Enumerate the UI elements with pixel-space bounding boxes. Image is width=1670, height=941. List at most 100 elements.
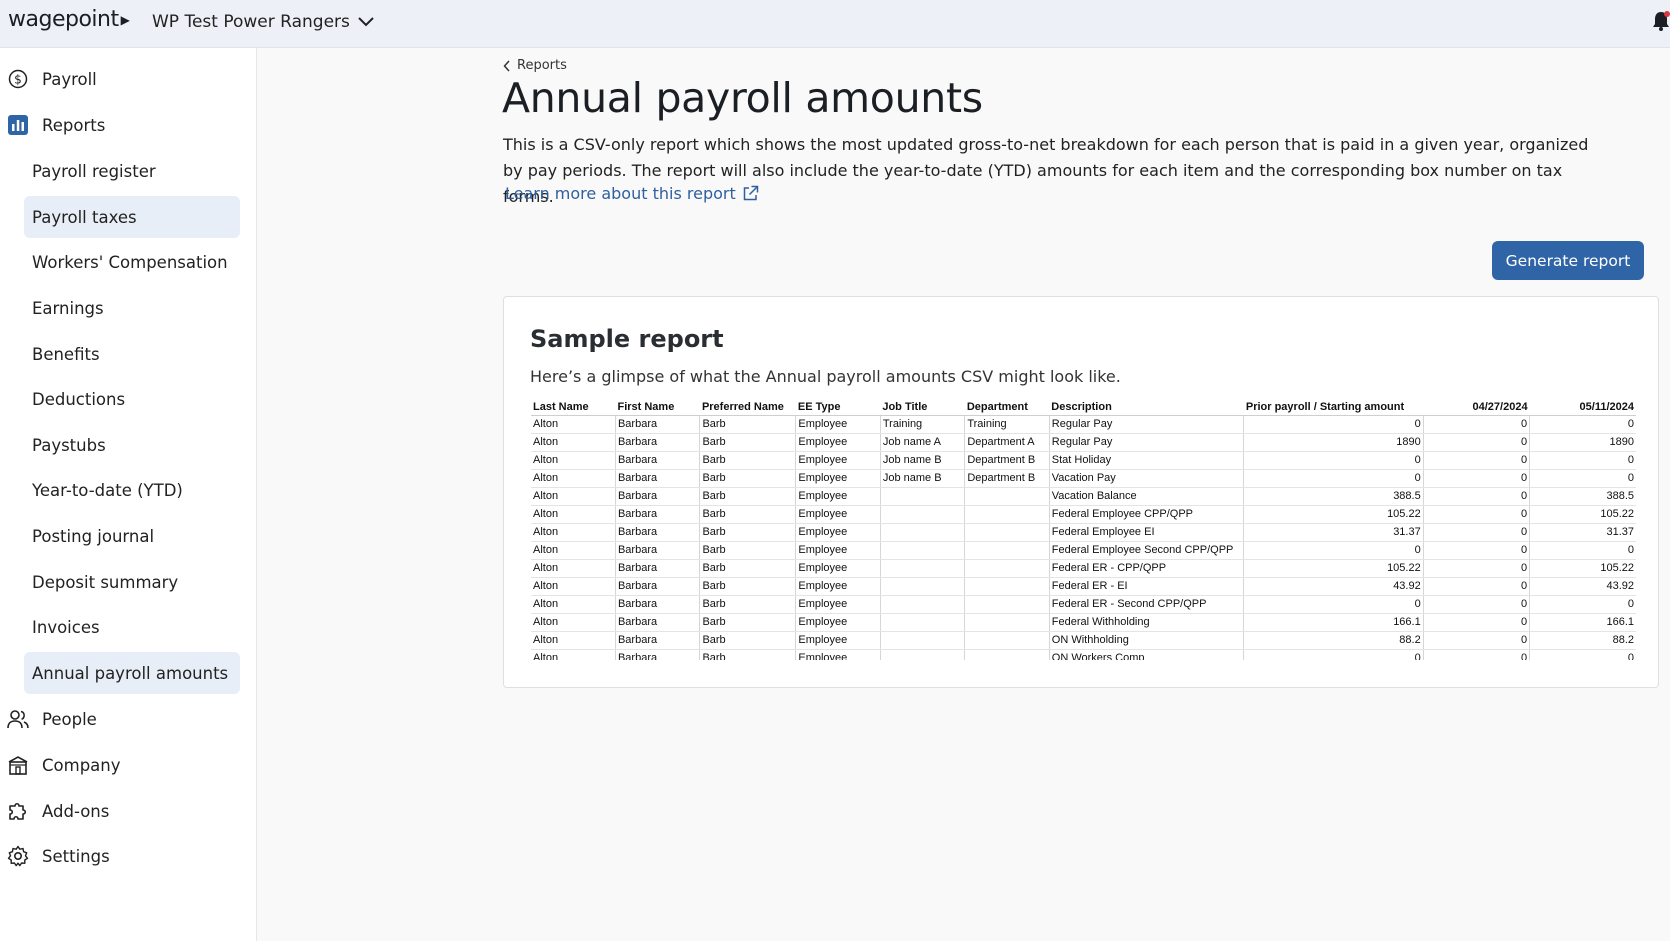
sidebar-item-earnings[interactable]: Earnings	[24, 287, 240, 329]
table-cell: 1890	[1529, 433, 1636, 452]
col-header-first-name: First Name	[615, 400, 700, 416]
table-cell: 0	[1422, 631, 1530, 650]
table-cell: 0	[1243, 595, 1424, 614]
wagepoint-logo[interactable]: wagepoint ▶	[8, 7, 130, 32]
table-cell: Federal Withholding	[1048, 613, 1244, 632]
table-cell: Barb	[699, 505, 796, 524]
table-cell: Job name B	[879, 469, 965, 488]
sample-report-table: Last Name First Name Preferred Name EE T…	[531, 400, 1636, 660]
table-row: Alton Barbara Barb Employee Job name B Depart…	[531, 451, 1636, 470]
table-cell: 0	[1422, 451, 1530, 470]
table-cell: Alton	[531, 451, 616, 470]
sidebar-item-reports[interactable]: Reports	[0, 114, 105, 136]
breadcrumb[interactable]: Reports	[503, 58, 567, 73]
table-cell: Alton	[531, 523, 616, 542]
page-title: Annual payroll amounts	[502, 74, 983, 122]
table-row: Alton Barbara Barb Employee Job name B Depart…	[531, 469, 1636, 488]
table-cell: Alton	[531, 487, 616, 506]
sidebar-item-label: Reports	[42, 115, 106, 135]
table-cell: Alton	[531, 649, 616, 660]
table-cell: Alton	[531, 577, 616, 596]
sidebar-item-workers-compensation[interactable]: Workers' Compensation	[24, 241, 240, 283]
table-cell: Alton	[531, 469, 616, 488]
table-cell: Job name B	[879, 451, 965, 470]
bell-icon[interactable]	[1652, 10, 1670, 32]
company-switcher[interactable]: WP Test Power Rangers	[152, 12, 374, 32]
sidebar-item-settings[interactable]: Settings	[0, 845, 110, 867]
building-icon	[7, 754, 29, 776]
table-cell: Employee	[795, 577, 881, 596]
gear-icon	[7, 845, 29, 867]
table-cell: Barbara	[614, 523, 700, 542]
table-cell: Job name A	[879, 433, 965, 452]
table-cell: 105.22	[1243, 559, 1424, 578]
sidebar-item-annual-payroll-amounts[interactable]: Annual payroll amounts	[24, 652, 240, 694]
learn-more-link[interactable]: Learn more about this report	[505, 184, 759, 203]
table-row: Alton Barbara Barb Employee Federal Employee…	[531, 523, 1636, 542]
sidebar-item-label: Year-to-date (YTD)	[32, 480, 183, 500]
table-cell: Employee	[795, 523, 881, 542]
table-cell: Barbara	[614, 415, 700, 434]
sidebar-item-label: Settings	[42, 846, 110, 866]
table-cell: 0	[1422, 541, 1530, 560]
table-cell: 0	[1243, 451, 1424, 470]
table-cell: Barbara	[614, 487, 700, 506]
sidebar-item-invoices[interactable]: Invoices	[24, 606, 240, 648]
table-cell: Vacation Balance	[1048, 487, 1244, 506]
table-cell: 388.5	[1243, 487, 1424, 506]
table-cell: Employee	[795, 487, 881, 506]
sidebar-item-payroll[interactable]: $ Payroll	[0, 68, 97, 90]
sidebar-item-payroll-taxes[interactable]: Payroll taxes	[24, 196, 240, 238]
generate-report-button[interactable]: Generate report	[1492, 241, 1644, 280]
table-row: Alton Barbara Barb Employee Federal ER - EI 4…	[531, 577, 1636, 596]
col-header-description: Description	[1049, 400, 1244, 416]
table-cell: Barbara	[614, 649, 700, 660]
table-cell: Barb	[699, 595, 796, 614]
table-cell: Federal Employee EI	[1048, 523, 1244, 542]
logo-text: wagepoint	[8, 7, 119, 32]
sidebar-item-ytd[interactable]: Year-to-date (YTD)	[24, 469, 240, 511]
sidebar-item-deposit-summary[interactable]: Deposit summary	[24, 561, 240, 603]
sidebar-item-addons[interactable]: Add-ons	[0, 800, 109, 822]
table-cell	[964, 523, 1050, 542]
table-cell: Employee	[795, 415, 881, 434]
chevron-left-icon	[503, 59, 510, 72]
sidebar-item-benefits[interactable]: Benefits	[24, 333, 240, 375]
table-cell: Barb	[699, 487, 796, 506]
table-cell: 0	[1243, 415, 1424, 434]
table-cell: Stat Holiday	[1048, 451, 1244, 470]
table-cell: Federal ER - CPP/QPP	[1048, 559, 1244, 578]
sidebar-item-label: Deposit summary	[32, 572, 179, 592]
table-cell: 0	[1422, 433, 1530, 452]
table-cell: Alton	[531, 541, 616, 560]
sidebar-item-label: Earnings	[32, 298, 104, 318]
sample-table-header-row: Last Name First Name Preferred Name EE T…	[531, 400, 1636, 416]
sidebar-item-label: Payroll	[42, 69, 97, 89]
sidebar-item-payroll-register[interactable]: Payroll register	[24, 150, 240, 192]
table-cell	[964, 577, 1050, 596]
table-cell: Department A	[964, 433, 1050, 452]
sidebar-item-label: Benefits	[32, 344, 100, 364]
table-cell: Barb	[699, 631, 796, 650]
col-header-prior-payroll: Prior payroll / Starting amount	[1243, 400, 1424, 416]
table-cell: Employee	[795, 631, 881, 650]
sidebar-item-label: Workers' Compensation	[32, 252, 228, 272]
sidebar-item-deductions[interactable]: Deductions	[24, 378, 240, 420]
table-cell: Barbara	[614, 469, 700, 488]
bar-chart-icon	[7, 114, 29, 136]
table-cell: Barb	[699, 577, 796, 596]
sidebar-item-company[interactable]: Company	[0, 754, 121, 776]
people-icon	[7, 708, 29, 730]
table-row: Alton Barbara Barb Employee Federal ER - CPP…	[531, 559, 1636, 578]
col-header-preferred-name: Preferred Name	[699, 400, 796, 416]
table-cell: 0	[1243, 541, 1424, 560]
sidebar-item-paystubs[interactable]: Paystubs	[24, 424, 240, 466]
sidebar-item-people[interactable]: People	[0, 708, 97, 730]
learn-more-text: Learn more about this report	[505, 184, 736, 203]
table-cell	[964, 595, 1050, 614]
table-cell: 0	[1243, 469, 1424, 488]
table-cell: Employee	[795, 613, 881, 632]
table-cell: Barb	[699, 433, 796, 452]
sidebar-item-posting-journal[interactable]: Posting journal	[24, 515, 240, 557]
table-cell: 88.2	[1529, 631, 1636, 650]
